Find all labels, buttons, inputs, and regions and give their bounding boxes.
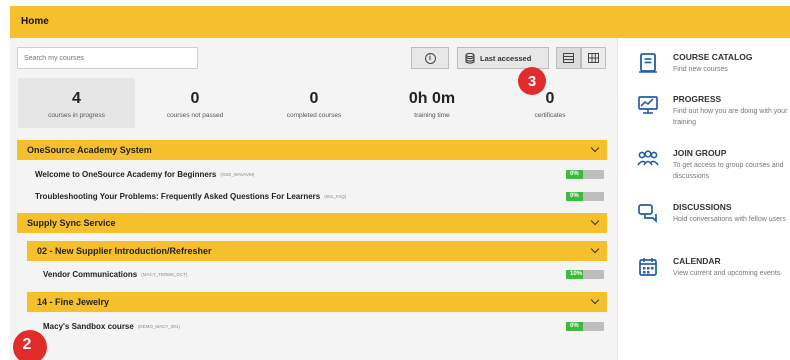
calendar-icon [639,258,657,276]
sidebar-item-desc: View current and upcoming events [673,270,781,277]
stat-value: 0h 0m [408,90,456,107]
annotation-badge-2: 2 [13,330,47,360]
stat-courses-not-passed[interactable]: 0 courses not passed [135,78,255,128]
info-icon: i [424,52,436,64]
page-title: Home [21,16,49,27]
list-view-button[interactable] [556,47,581,69]
subsection-fine-jewelry[interactable]: 14 - Fine Jewelry [27,292,607,312]
course-code: (MACY_TERMS_DCT) [141,271,188,277]
catalog-icon [639,53,657,73]
stat-value: 0 [545,90,555,107]
chevron-down-icon[interactable] [590,244,600,254]
section-title: OneSource Academy System [27,145,152,155]
subsection-new-supplier-introduction[interactable]: 02 - New Supplier Introduction/Refresher [27,241,607,261]
sidebar-item-desc: Hold conversations with fellow users [673,216,786,223]
home-header-bar [10,6,790,38]
sidebar-item-calendar[interactable]: CALENDAR View current and upcoming event… [637,256,787,296]
list-view-icon [563,53,574,63]
stat-value: 0 [309,90,319,107]
stat-label: training time [414,112,450,119]
subsection-title: 14 - Fine Jewelry [37,297,110,307]
course-name: Vendor Communications [43,269,138,279]
sidebar-item-desc: Find out how you are doing with your tra… [673,108,788,126]
sidebar-item-title: COURSE CATALOG [673,52,753,62]
sidebar-item-title: PROGRESS [673,94,722,104]
stat-completed-courses[interactable]: 0 completed courses [255,78,373,128]
stat-label: courses not passed [166,112,224,119]
progress-text: 0% [570,171,579,177]
progress-text: 0% [570,323,579,329]
stat-courses-in-progress[interactable]: 4 courses in progress [18,78,135,128]
info-button[interactable]: i [411,47,449,69]
course-code: (OSE_WAVAVM) [220,171,255,177]
progress-bar: 10% [566,270,604,279]
chevron-down-icon[interactable] [590,143,600,153]
subsection-title: 02 - New Supplier Introduction/Refresher [37,246,212,256]
course-code: (001_FAQ) [324,193,347,199]
annotation-badge-3: 3 [518,67,546,95]
course-row[interactable]: Vendor Communications (MACY_TERMS_DCT) [43,266,187,282]
sidebar-item-course-catalog[interactable]: COURSE CATALOG Find new courses [637,52,787,88]
grid-view-button[interactable] [581,47,606,69]
sidebar-item-progress[interactable]: PROGRESS Find out how you are doing with… [637,94,787,134]
search-input[interactable] [17,47,198,69]
group-icon [637,150,659,166]
stat-label: certificates [534,112,566,119]
stat-training-time[interactable]: 0h 0m training time [373,78,491,128]
progress-icon [638,96,658,114]
stat-certificates[interactable]: 0 certificates [491,78,609,128]
course-name: Macy's Sandbox course [43,321,134,331]
sidebar-item-title: DISCUSSIONS [673,202,732,212]
database-icon [465,52,475,64]
course-row[interactable]: Macy's Sandbox course (DEMO_MACY_001) [43,318,180,334]
section-title: Supply Sync Service [27,218,116,228]
chevron-down-icon[interactable] [590,295,600,305]
course-name: Welcome to OneSource Academy for Beginne… [35,169,217,179]
course-code: (DEMO_MACY_001) [137,323,180,329]
discussions-icon [638,204,657,224]
chevron-down-icon[interactable] [590,216,600,226]
course-row[interactable]: Troubleshooting Your Problems: Frequentl… [35,188,346,204]
sort-label: Last accessed [480,53,532,63]
stat-value: 0 [190,90,200,107]
sidebar-item-title: JOIN GROUP [673,148,727,158]
progress-bar: 0% [566,322,604,331]
top-bar [0,0,790,42]
sidebar-item-desc: To get access to group courses and discu… [673,162,784,180]
progress-bar: 0% [566,192,604,201]
progress-bar: 0% [566,170,604,179]
sidebar-item-title: CALENDAR [673,256,721,266]
sidebar-item-desc: Find new courses [673,66,728,73]
course-row[interactable]: Welcome to OneSource Academy for Beginne… [35,166,254,182]
grid-view-icon [588,53,599,63]
sort-last-accessed-button[interactable]: Last accessed [457,47,549,69]
section-onesource-academy[interactable]: OneSource Academy System [17,140,607,160]
stat-value: 4 [72,90,81,107]
course-name: Troubleshooting Your Problems: Frequentl… [35,191,321,201]
stat-label: courses in progress [48,112,105,119]
progress-text: 0% [570,193,579,199]
progress-text: 10% [570,271,583,277]
sidebar-item-discussions[interactable]: DISCUSSIONS Hold conversations with fell… [637,202,787,242]
section-supply-sync-service[interactable]: Supply Sync Service [17,213,607,233]
stat-label: completed courses [286,112,342,119]
sidebar-item-join-group[interactable]: JOIN GROUP To get access to group course… [637,148,787,188]
